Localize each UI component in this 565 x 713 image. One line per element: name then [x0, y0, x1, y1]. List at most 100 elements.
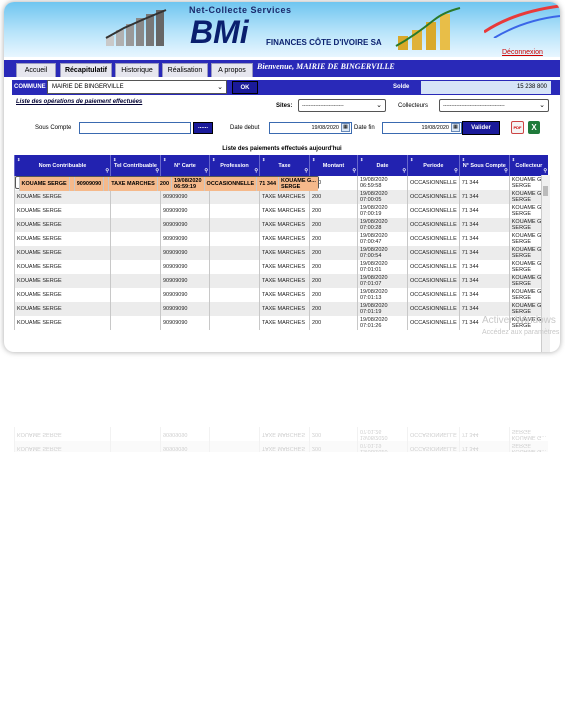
operations-list-link[interactable]: Liste des opérations de paiement effectu… — [16, 99, 142, 105]
date-debut-input[interactable]: 19/08/2020 — [269, 122, 352, 134]
collecteurs-select[interactable]: ------------------------------------- ⌄ — [439, 99, 549, 112]
ok-button[interactable]: OK — [232, 81, 258, 94]
column-header[interactable]: ⇕ Nom Contribuable ⚲ — [14, 155, 111, 176]
valider-button[interactable]: Valider — [462, 121, 500, 135]
browse-button[interactable]: ...... — [193, 122, 213, 134]
cell-date: 19/08/2020 07:00:28 — [357, 218, 408, 232]
calendar-icon[interactable]: ▦ — [341, 123, 350, 132]
table-row[interactable]: KOUAME SERGE90909090TAXE MARCHES20019/08… — [14, 218, 548, 232]
reflection-item: SERGE — [511, 428, 532, 434]
date-fin-label: Date fin — [354, 125, 375, 131]
filter-icon[interactable]: ⚲ — [204, 168, 208, 174]
column-header[interactable]: ⇕ Date ⚲ — [357, 155, 408, 176]
table-row[interactable]: KOUAME SERGE90909090TAXE MARCHES20019/08… — [14, 232, 548, 246]
filter-icon[interactable]: ⚲ — [304, 168, 308, 174]
column-header[interactable]: ⇕ Tel Contribuable ⚲ — [110, 155, 161, 176]
tab-a-propos[interactable]: A propos — [211, 63, 253, 77]
column-header[interactable]: ⇕ Montant ⚲ — [309, 155, 358, 176]
sort-icon[interactable]: ⇕ — [410, 157, 413, 162]
filter-icon[interactable]: ⚲ — [105, 168, 109, 174]
cell-taxe: TAXE MARCHES — [259, 204, 310, 218]
reflection-item: 19/08/2020 — [360, 448, 388, 452]
cell-compte: 71 344 — [458, 260, 510, 274]
tab-accueil[interactable]: Accueil — [16, 63, 56, 77]
cell-periode: OCCASIONNELLE — [407, 246, 460, 260]
excel-export-icon[interactable]: X — [528, 121, 540, 134]
reflection-item: SERGE — [511, 442, 532, 448]
sort-icon[interactable]: ⇕ — [262, 157, 265, 162]
filter-icon[interactable]: ⚲ — [454, 168, 458, 174]
filter-icon[interactable]: ⚲ — [254, 168, 258, 174]
reflection-item: 90909090 — [160, 427, 210, 441]
filter-icon[interactable]: ⚲ — [352, 168, 356, 174]
cell-date-time: 07:01:13 — [360, 295, 382, 301]
cell-nom: KOUAME SERGE — [14, 246, 111, 260]
sous-compte-input[interactable] — [79, 122, 191, 134]
tab-realisation[interactable]: Réalisation — [162, 63, 208, 77]
cell-tel — [110, 288, 161, 302]
column-header[interactable]: ⇕ Profession ⚲ — [209, 155, 260, 176]
cell-tel — [110, 232, 161, 246]
sort-icon[interactable]: ⇕ — [212, 157, 215, 162]
app-window: Net-Collecte Services BMi FINANCES CÔTE … — [4, 2, 560, 352]
column-header[interactable]: ⇕ N° Sous Compte ⚲ — [458, 155, 510, 176]
cell-periode: OCCASIONNELLE — [407, 302, 460, 316]
reflection-item: 19/08/2020 07:01:19 — [357, 441, 408, 452]
cell-carte: 90909090 — [160, 190, 210, 204]
cell-date-time: 07:01:26 — [360, 323, 382, 329]
column-header[interactable]: ⇕ Taxe ⚲ — [259, 155, 310, 176]
table-row[interactable]: KOUAME SERGE90909090TAXE MARCHES20019/08… — [14, 316, 548, 330]
cell-prof — [209, 274, 260, 288]
sort-icon[interactable]: ⇕ — [462, 157, 465, 162]
column-header[interactable]: ⇕ Collecteur ⚲ — [508, 155, 548, 176]
commune-select[interactable]: MAIRIE DE BINGERVILLE ⌄ — [47, 80, 227, 94]
cell-montant: 200 — [156, 177, 172, 191]
activation-watermark-sub: Accédez aux paramètres — [482, 329, 560, 336]
table-row[interactable]: KOUAME SERGE90909090TAXE MARCHES20019/08… — [14, 176, 319, 191]
filter-icon[interactable]: ⚲ — [155, 168, 159, 174]
table-row[interactable]: KOUAME SERGE90909090TAXE MARCHES20019/08… — [14, 274, 548, 288]
column-header[interactable]: ⇕ N° Carte ⚲ — [160, 155, 210, 176]
reflection-item[interactable]: KOUAME SERGE 90909090 TAXE MARCHES 200 19/08… — [14, 427, 548, 441]
pdf-export-icon[interactable]: PDF — [511, 121, 524, 134]
cell-nom: KOUAME SERGE — [14, 232, 111, 246]
reflection-item: KOUAME G... — [511, 448, 546, 452]
table-row[interactable]: KOUAME SERGE90909090TAXE MARCHES20019/08… — [14, 246, 548, 260]
cell-prof — [209, 190, 260, 204]
reflection-item[interactable]: KOUAME SERGE 90909090 TAXE MARCHES 200 19/08… — [14, 441, 548, 452]
sort-icon[interactable]: ⇕ — [113, 157, 116, 162]
filter-icon[interactable]: ⚲ — [402, 168, 406, 174]
table-row[interactable]: KOUAME SERGE90909090TAXE MARCHES20019/08… — [14, 288, 548, 302]
cell-carte: 90909090 — [160, 274, 210, 288]
date-fin-input[interactable]: 19/08/2020 — [382, 122, 462, 134]
tab-recapitulatif[interactable]: Récapitulatif — [60, 63, 112, 77]
sort-icon[interactable]: ⇕ — [163, 157, 166, 162]
table-row[interactable]: KOUAME SERGE90909090TAXE MARCHES20019/08… — [14, 204, 548, 218]
growth-chart-icon — [105, 9, 167, 46]
commune-label: COMMUNE — [14, 84, 46, 90]
cell-nom: KOUAME SERGE — [14, 190, 111, 204]
payments-table: ⇕ Nom Contribuable ⚲ ⇕ Tel Contribuable ⚲ ⇕ N° … — [14, 155, 548, 330]
calendar-icon[interactable]: ▦ — [451, 123, 460, 132]
cell-prof — [209, 316, 260, 330]
reflection-item: TAXE MARCHES — [259, 441, 310, 452]
sort-icon[interactable]: ⇕ — [360, 157, 363, 162]
sort-icon[interactable]: ⇕ — [512, 157, 515, 162]
column-header[interactable]: ⇕ Periode ⚲ — [407, 155, 460, 176]
filter-icon[interactable]: ⚲ — [504, 168, 508, 174]
sites-select[interactable]: ------------------------- ⌄ — [298, 99, 386, 112]
cell-periode: OCCASIONNELLE — [407, 218, 460, 232]
scrollbar-thumb[interactable] — [543, 186, 548, 196]
logout-link[interactable]: Déconnexion — [502, 49, 543, 56]
cell-montant: 200 — [309, 316, 358, 330]
sort-icon[interactable]: ⇕ — [312, 157, 315, 162]
filter-icon[interactable]: ⚲ — [543, 168, 547, 174]
sort-icon[interactable]: ⇕ — [17, 157, 20, 162]
table-row[interactable]: KOUAME SERGE90909090TAXE MARCHES20019/08… — [14, 260, 548, 274]
table-row[interactable]: KOUAME SERGE90909090TAXE MARCHES20019/08… — [14, 190, 548, 204]
tab-historique[interactable]: Historique — [115, 63, 159, 77]
table-row[interactable]: KOUAME SERGE90909090TAXE MARCHES20019/08… — [14, 302, 548, 316]
cell-carte: 90909090 — [160, 232, 210, 246]
cell-compte: 71 344 — [256, 177, 279, 191]
cell-periode: OCCASIONNELLE — [407, 190, 460, 204]
